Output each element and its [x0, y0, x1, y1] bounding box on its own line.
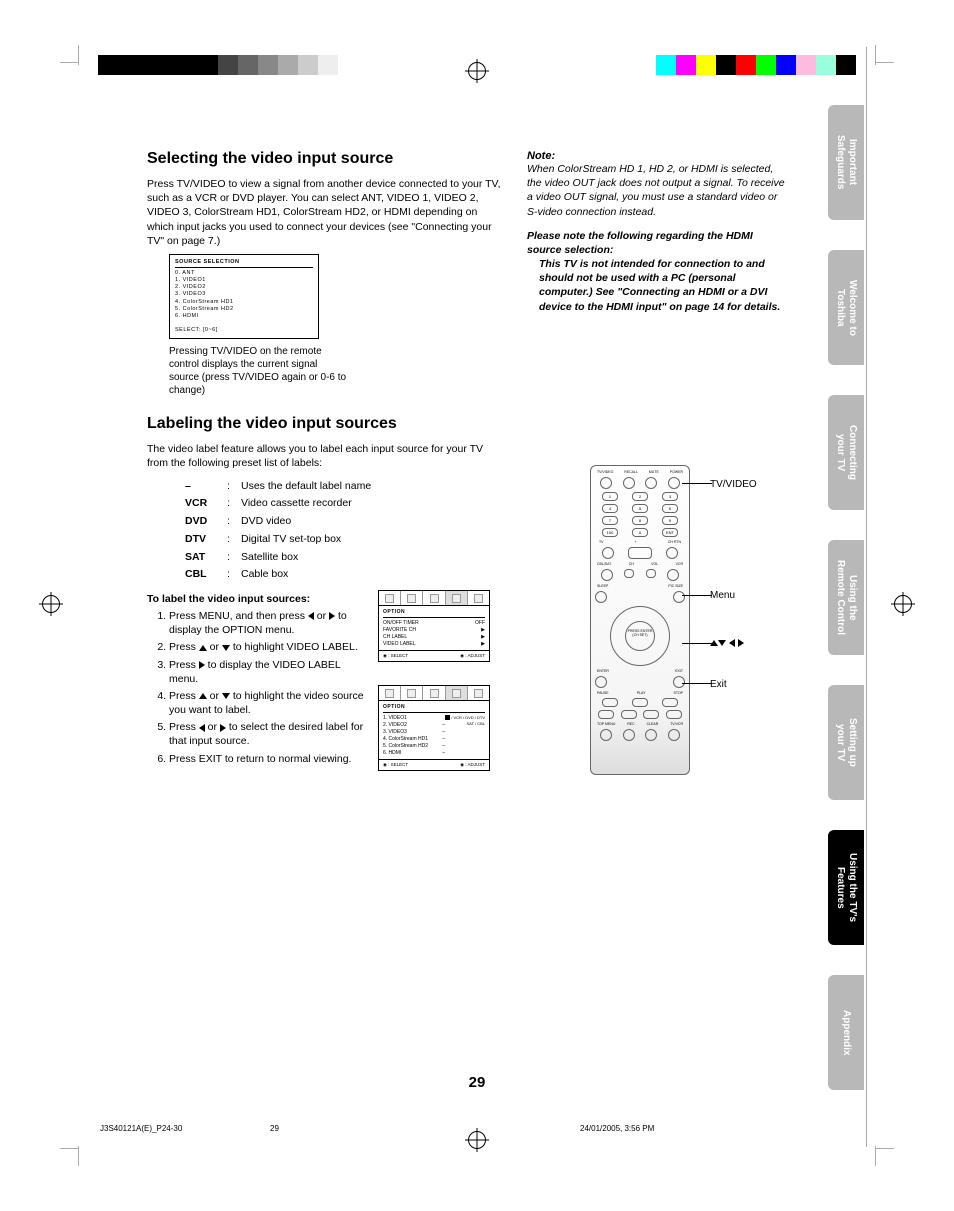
section-tabs: ImportantSafeguards Welcome toToshiba Conn… [828, 105, 864, 1120]
labeling-intro: The video label feature allows you to la… [147, 442, 502, 470]
page-number: 29 [469, 1074, 486, 1091]
remote-label-tvvideo: TV/VIDEO [710, 479, 757, 490]
note-title: Note: [527, 150, 787, 162]
footer-doc-id: J3S40121A(E)_P24-30 [100, 1124, 182, 1133]
osd-option-menu-2: OPTION 1. VIDEO12. VIDEO2–3. VIDEO3–4. C… [378, 685, 490, 771]
section-tab: Welcome toToshiba [828, 250, 864, 365]
remote-label-exit: Exit [710, 679, 727, 690]
registration-mark-right [894, 595, 912, 613]
osd-source-selection: SOURCE SELECTION 0. ANT1. VIDEO12. VIDEO… [169, 254, 319, 339]
registration-mark-bottom [468, 1131, 486, 1149]
note-hdmi-heading: Please note the following regarding the … [527, 229, 787, 257]
section-tab: Using the TV'sFeatures [828, 830, 864, 945]
registration-mark-top [468, 62, 486, 80]
heading-selecting-input: Selecting the video input source [147, 150, 502, 168]
remote-label-menu: Menu [710, 590, 735, 601]
footer-timestamp: 24/01/2005, 3:56 PM [580, 1124, 654, 1133]
section-tab: Setting upyour TV [828, 685, 864, 800]
osd-caption: Pressing TV/VIDEO on the remote control … [169, 345, 349, 397]
footer-page: 29 [270, 1124, 279, 1133]
section-tab: Using theRemote Control [828, 540, 864, 655]
selecting-input-body: Press TV/VIDEO to view a signal from ano… [147, 177, 502, 248]
registration-mark-left [42, 595, 60, 613]
label-preset-table: –:Uses the default label nameVCR:Video c… [183, 477, 373, 586]
heading-labeling-inputs: Labeling the video input sources [147, 415, 502, 433]
note-body: When ColorStream HD 1, HD 2, or HDMI is … [527, 162, 787, 219]
note-hdmi-body: This TV is not intended for connection t… [539, 257, 787, 314]
color-calibration-strip-right [656, 55, 856, 75]
section-tab: ImportantSafeguards [828, 105, 864, 220]
color-calibration-strip-left [98, 55, 338, 75]
section-tab: Connectingyour TV [828, 395, 864, 510]
osd-option-menu-1: OPTION ON/OFF TIMEROFFFAVORITE CH▶CH LAB… [378, 590, 490, 662]
section-tab: Appendix [828, 975, 864, 1090]
remote-label-arrows [710, 638, 744, 649]
